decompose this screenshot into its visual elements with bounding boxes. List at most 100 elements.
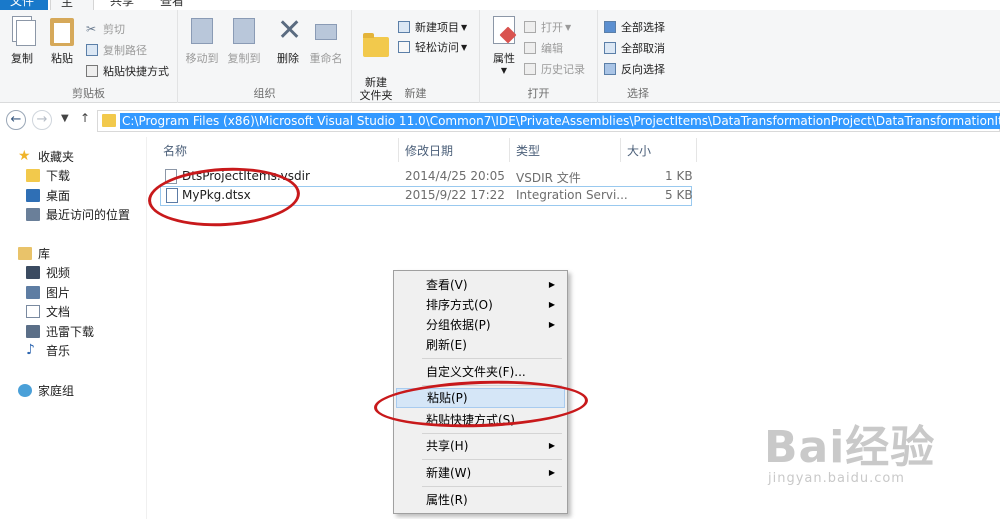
downloads-folder-icon: [26, 168, 40, 182]
properties-dropdown-icon: ▼: [500, 66, 508, 75]
recent-places-icon: [26, 207, 40, 221]
column-divider[interactable]: [696, 138, 697, 162]
organize-group: 移动到 复制到 ✕ 删除 重命名 组织: [178, 10, 352, 103]
address-path[interactable]: C:\Program Files (x86)\Microsoft Visual …: [120, 113, 1000, 129]
nav-pictures[interactable]: 图片: [26, 283, 70, 301]
delete-label: 删除: [277, 52, 299, 65]
homegroup-icon: [18, 383, 32, 397]
music-note-icon: ♪: [26, 341, 35, 358]
nav-recent-places-label: 最近访问的位置: [46, 207, 131, 222]
open-button[interactable]: 打开 ▼: [524, 18, 571, 36]
menu-item-customize-folder[interactable]: 自定义文件夹(F)...: [396, 362, 565, 382]
nav-thunder-downloads-label: 迅雷下载: [46, 324, 95, 339]
submenu-arrow-icon: ▶: [548, 468, 555, 477]
select-group: 全部选择 全部取消 反向选择 选择: [598, 10, 678, 103]
properties-icon: [490, 16, 518, 46]
new-item-button[interactable]: 新建项目 ▼: [398, 18, 467, 36]
new-item-icon: [398, 20, 411, 34]
column-divider[interactable]: [620, 138, 621, 162]
menu-item-group-by[interactable]: 分组依据(P) ▶: [396, 315, 565, 335]
cut-label: 剪切: [103, 23, 125, 36]
column-header-name[interactable]: 名称: [163, 142, 187, 160]
watermark-url: jingyan.baidu.com: [768, 471, 905, 486]
menu-item-share-label: 共享(H): [426, 439, 469, 453]
column-header-type[interactable]: 类型: [516, 142, 540, 160]
back-arrow-icon: ←: [10, 112, 22, 127]
paste-icon: [48, 16, 76, 46]
properties-button[interactable]: 属性 ▼: [484, 16, 524, 75]
file-type: VSDIR 文件: [516, 171, 581, 185]
nav-favorites[interactable]: ★ 收藏夹: [18, 147, 74, 165]
column-header-size[interactable]: 大小: [627, 142, 651, 160]
menu-separator: [422, 459, 562, 460]
nav-documents[interactable]: 文档: [26, 302, 70, 320]
column-divider[interactable]: [509, 138, 510, 162]
edit-button[interactable]: 编辑: [524, 39, 563, 57]
tab-home[interactable]: 主页: [50, 0, 94, 10]
tab-view[interactable]: 查看: [150, 0, 194, 10]
nav-videos[interactable]: 视频: [26, 263, 70, 281]
menu-item-new-label: 新建(W): [426, 466, 472, 480]
tab-share[interactable]: 共享: [100, 0, 144, 10]
rename-label: 重命名: [309, 52, 343, 65]
copy-path-button[interactable]: 复制路径: [86, 41, 147, 59]
address-bar[interactable]: C:\Program Files (x86)\Microsoft Visual …: [97, 110, 1000, 132]
menu-item-refresh[interactable]: 刷新(E): [396, 335, 565, 355]
nav-libraries[interactable]: 库: [18, 244, 50, 262]
baidu-jingyan-watermark: Bai经验 jingyan.baidu.com: [764, 422, 936, 487]
nav-desktop[interactable]: 桌面: [26, 186, 70, 204]
forward-button[interactable]: →: [32, 110, 52, 130]
nav-homegroup[interactable]: 家庭组: [18, 381, 74, 399]
up-arrow-icon[interactable]: ↑: [80, 111, 90, 125]
paste-shortcut-icon: [86, 64, 99, 78]
folder-icon: [102, 114, 116, 127]
nav-thunder-downloads[interactable]: 迅雷下载: [26, 322, 94, 340]
ribbon-tabs: 文件 主页 共享 查看: [0, 0, 1000, 10]
pictures-icon: [26, 285, 40, 299]
menu-item-sort[interactable]: 排序方式(O) ▶: [396, 295, 565, 315]
select-none-button[interactable]: 全部取消: [604, 39, 665, 57]
easy-access-dropdown-icon: ▼: [461, 42, 468, 52]
invert-selection-button[interactable]: 反向选择: [604, 60, 665, 78]
watermark-brand: Bai经验: [764, 422, 936, 473]
menu-item-new[interactable]: 新建(W) ▶: [396, 463, 565, 483]
nav-recent-places[interactable]: 最近访问的位置: [26, 205, 130, 223]
tab-file[interactable]: 文件: [0, 0, 48, 10]
edit-icon: [524, 41, 537, 55]
nav-videos-label: 视频: [46, 265, 71, 280]
select-none-icon: [604, 41, 617, 55]
history-button[interactable]: 历史记录: [524, 60, 585, 78]
move-to-button[interactable]: 移动到: [182, 16, 222, 66]
nav-homegroup-label: 家庭组: [38, 383, 75, 398]
submenu-arrow-icon: ▶: [548, 280, 555, 289]
back-button[interactable]: ←: [6, 110, 26, 130]
cut-button[interactable]: ✂ 剪切: [86, 20, 125, 38]
nav-music[interactable]: ♪ 音乐: [26, 341, 70, 359]
menu-separator: [422, 433, 562, 434]
delete-button[interactable]: ✕ 删除: [268, 16, 308, 66]
organize-group-label: 组织: [253, 87, 276, 100]
menu-item-share[interactable]: 共享(H) ▶: [396, 436, 565, 456]
nav-pictures-label: 图片: [46, 285, 71, 300]
paste-shortcut-button[interactable]: 粘贴快捷方式: [86, 62, 169, 80]
easy-access-button[interactable]: 轻松访问 ▼: [398, 38, 467, 56]
move-to-label: 移动到: [185, 52, 219, 65]
nav-downloads[interactable]: 下载: [26, 166, 70, 184]
menu-item-view-label: 查看(V): [426, 278, 468, 292]
properties-label: 属性: [493, 52, 515, 65]
rename-button[interactable]: 重命名: [306, 16, 346, 66]
menu-item-group-by-label: 分组依据(P): [426, 318, 491, 332]
copy-button[interactable]: 复制: [2, 16, 42, 66]
nav-desktop-label: 桌面: [46, 188, 71, 203]
menu-item-properties[interactable]: 属性(R): [396, 490, 565, 510]
column-header-modified[interactable]: 修改日期: [405, 142, 453, 160]
menu-item-view[interactable]: 查看(V) ▶: [396, 275, 565, 295]
column-divider[interactable]: [398, 138, 399, 162]
submenu-arrow-icon: ▶: [548, 441, 555, 450]
select-all-button[interactable]: 全部选择: [604, 18, 665, 36]
new-group-label: 新建: [404, 87, 427, 100]
paste-button[interactable]: 粘贴: [42, 16, 82, 66]
copy-to-button[interactable]: 复制到: [224, 16, 264, 66]
new-group: 新建 文件夹 新建项目 ▼ 轻松访问 ▼ 新建: [352, 10, 480, 103]
recent-locations-dropdown-icon[interactable]: ▼: [61, 113, 69, 124]
